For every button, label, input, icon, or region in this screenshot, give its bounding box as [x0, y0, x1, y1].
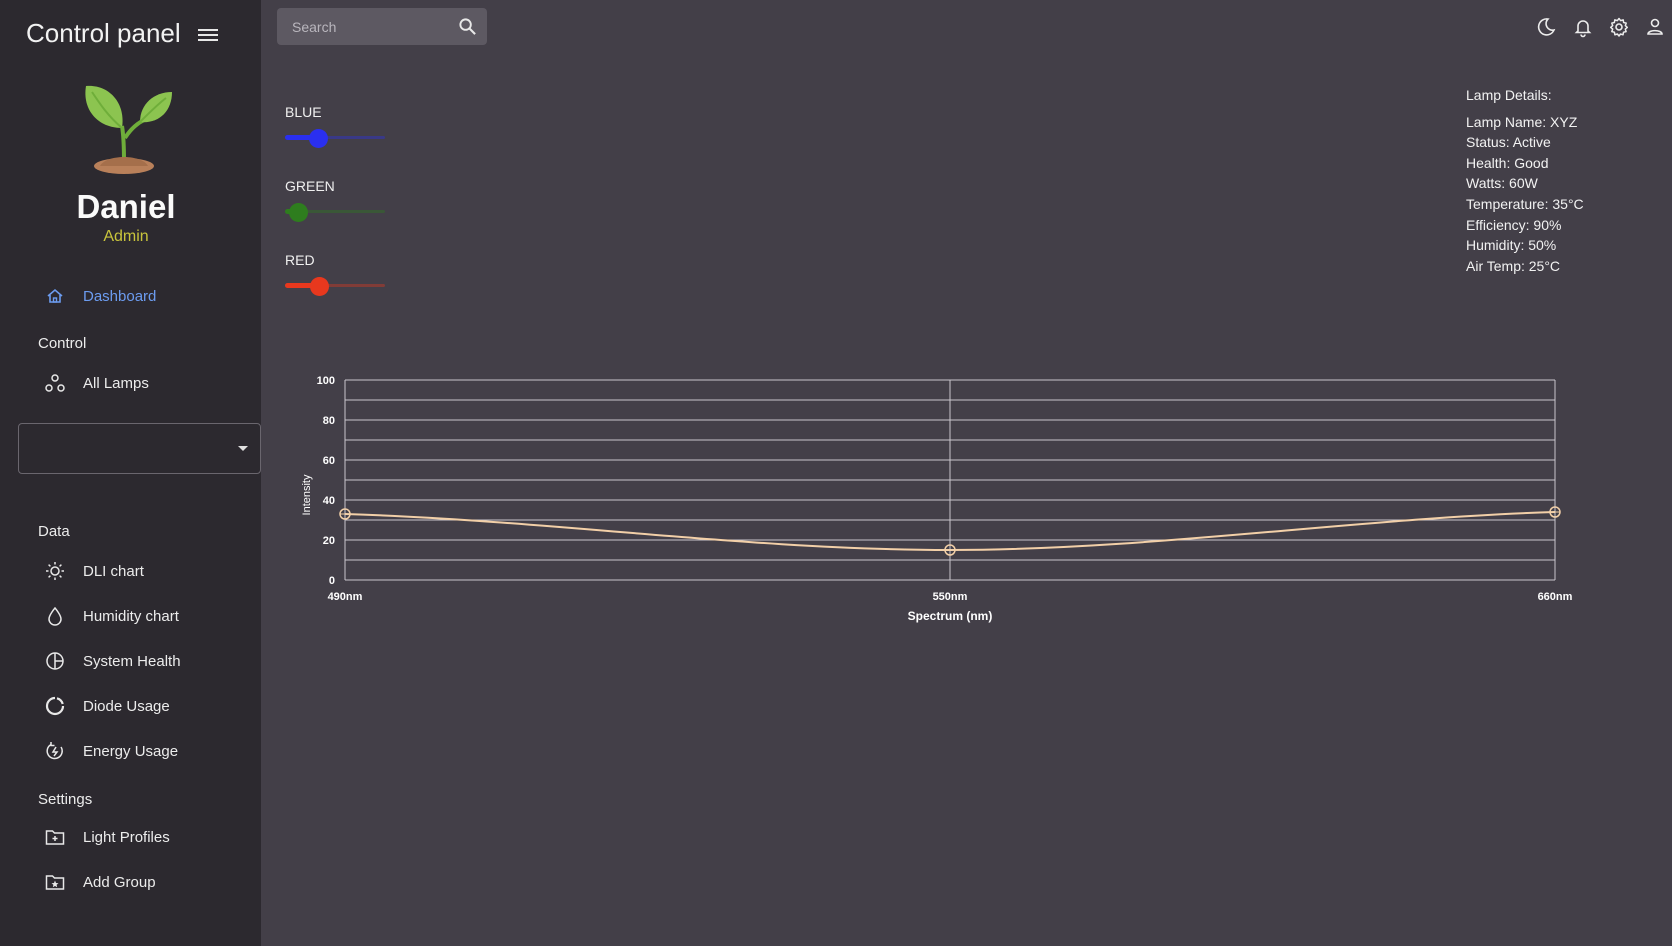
- y-tick-label: 60: [323, 455, 335, 467]
- sidebar-item-label: Light Profiles: [83, 828, 170, 846]
- red-slider[interactable]: [285, 276, 385, 296]
- slider-thumb[interactable]: [309, 129, 328, 148]
- sidebar-item-label: All Lamps: [83, 374, 149, 392]
- sidebar-item-light-profiles[interactable]: Light Profiles: [44, 823, 170, 851]
- lamp-efficiency: Efficiency: 90%: [1466, 216, 1562, 233]
- sidebar-item-system-health[interactable]: System Health: [44, 647, 181, 675]
- sidebar-item-label: Energy Usage: [83, 742, 179, 760]
- blue-slider-label: BLUE: [285, 104, 322, 120]
- y-axis-label: Intensity: [301, 474, 313, 515]
- sun-icon: [44, 560, 66, 582]
- search-input[interactable]: [277, 8, 447, 45]
- lamp-details-title: Lamp Details:: [1466, 87, 1552, 103]
- sidebar-item-all-lamps[interactable]: All Lamps: [44, 369, 149, 397]
- search-bar: [277, 8, 487, 45]
- slider-thumb[interactable]: [289, 203, 308, 222]
- lamp-health: Health: Good: [1466, 154, 1549, 171]
- app-title: Control panel: [26, 18, 181, 48]
- blue-slider[interactable]: [285, 128, 385, 148]
- notifications-icon[interactable]: [1572, 16, 1594, 38]
- user-name: Daniel: [76, 188, 176, 225]
- y-tick-label: 20: [323, 535, 335, 547]
- spectrum-chart: 0 20 40 60 80 100 490nm 550nm 660nm Spectrum (nm)…: [301, 375, 1573, 623]
- dark-mode-icon[interactable]: [1535, 16, 1557, 38]
- green-slider-label: GREEN: [285, 178, 335, 194]
- lamp-status: Status: Active: [1466, 134, 1551, 151]
- slider-thumb[interactable]: [310, 277, 329, 296]
- sidebar-item-label: Dashboard: [83, 287, 157, 305]
- lamp-temperature: Temperature: 35°C: [1466, 195, 1584, 212]
- search-icon[interactable]: [458, 17, 477, 36]
- donut-chart-icon: [44, 695, 66, 717]
- plant-avatar-icon: [85, 85, 172, 174]
- y-tick-label: 0: [329, 575, 335, 587]
- y-tick-label: 100: [317, 375, 335, 387]
- sidebar-item-add-group[interactable]: Add Group: [44, 868, 156, 896]
- lamp-name: Lamp Name: XYZ: [1466, 113, 1578, 130]
- lamps-group-icon: [44, 372, 66, 394]
- sidebar: Control panel Daniel Admin Dashboard Con…: [0, 0, 261, 946]
- sidebar-item-label: Diode Usage: [83, 697, 170, 715]
- water-drop-icon: [44, 605, 66, 627]
- energy-icon: [44, 740, 66, 762]
- pie-chart-icon: [44, 650, 66, 672]
- y-tick-label: 80: [323, 415, 335, 427]
- lamp-watts: Watts: 60W: [1466, 175, 1538, 192]
- lamp-details: Lamp Details: Lamp Name: XYZ Status: Act…: [1466, 85, 1584, 276]
- user-profile-icon[interactable]: [1644, 16, 1666, 38]
- section-data: Data: [38, 523, 70, 540]
- sidebar-item-energy-usage[interactable]: Energy Usage: [44, 737, 178, 765]
- red-slider-label: RED: [285, 252, 315, 268]
- x-tick-label: 490nm: [328, 591, 363, 603]
- sidebar-item-label: Add Group: [83, 873, 156, 891]
- sidebar-item-diode-usage[interactable]: Diode Usage: [44, 692, 170, 720]
- y-tick-label: 40: [323, 495, 335, 507]
- x-axis-label: Spectrum (nm): [908, 609, 993, 623]
- sidebar-item-dli-chart[interactable]: DLI chart: [44, 557, 144, 585]
- sidebar-item-label: Humidity chart: [83, 607, 179, 625]
- menu-icon[interactable]: [198, 26, 218, 44]
- settings-gear-icon[interactable]: [1608, 16, 1630, 38]
- folder-star-icon: [44, 871, 66, 893]
- chevron-down-icon: [238, 446, 248, 451]
- section-settings: Settings: [38, 791, 93, 808]
- user-role: Admin: [103, 228, 149, 245]
- lamp-air-temp: Air Temp: 25°C: [1466, 257, 1561, 274]
- sidebar-item-label: DLI chart: [83, 562, 144, 580]
- home-icon: [44, 285, 66, 307]
- green-slider[interactable]: [285, 202, 385, 222]
- sidebar-item-humidity-chart[interactable]: Humidity chart: [44, 602, 179, 630]
- x-tick-label: 550nm: [933, 591, 968, 603]
- lamp-humidity: Humidity: 50%: [1466, 237, 1557, 254]
- group-select[interactable]: [18, 423, 261, 474]
- x-tick-label: 660nm: [1538, 591, 1573, 603]
- folder-add-icon: [44, 826, 66, 848]
- sidebar-item-label: System Health: [83, 652, 181, 670]
- sidebar-item-dashboard[interactable]: Dashboard: [44, 282, 156, 310]
- section-control: Control: [38, 335, 87, 352]
